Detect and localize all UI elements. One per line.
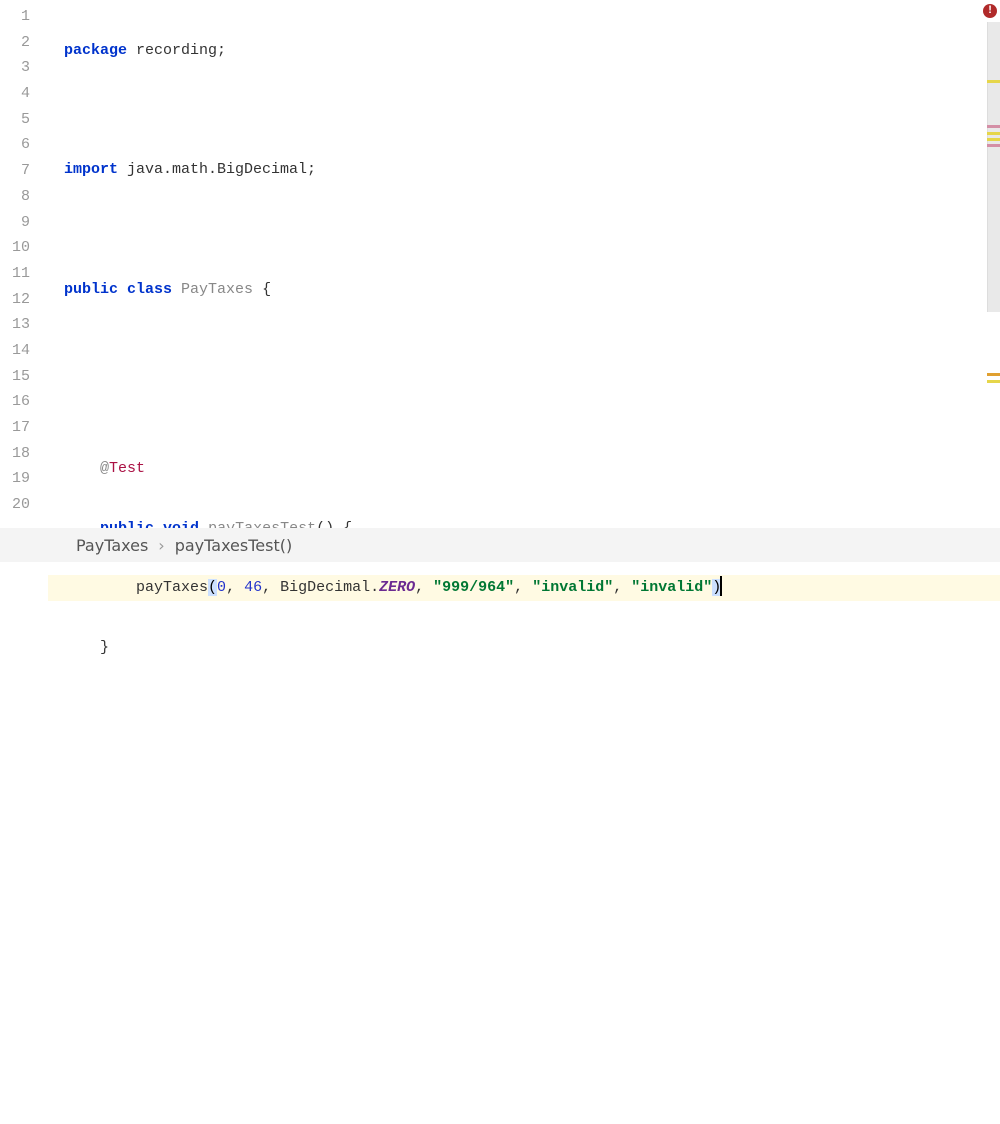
line-number: 2 <box>0 30 48 56</box>
warning-marker[interactable] <box>987 380 1000 383</box>
keyword: package <box>64 42 127 59</box>
line-number: 20 <box>0 492 48 518</box>
line-number: 15 <box>0 364 48 390</box>
class-name: PayTaxes <box>172 281 253 298</box>
line-number: 16 <box>0 389 48 415</box>
code-line-7[interactable] <box>48 396 1000 422</box>
breadcrumb-separator-icon: › <box>158 536 164 555</box>
line-number: 3 <box>0 55 48 81</box>
string-literal: "invalid" <box>631 579 712 596</box>
warning-marker[interactable] <box>987 132 1000 135</box>
warning-marker[interactable] <box>987 138 1000 141</box>
number-literal: 46 <box>244 579 262 596</box>
code-line-12[interactable] <box>48 695 1000 721</box>
code-line-8[interactable]: @Test <box>48 456 1000 482</box>
code-line-2[interactable] <box>48 98 1000 124</box>
code-line-5[interactable]: public class PayTaxes { <box>48 277 1000 303</box>
number-literal: 0 <box>217 579 226 596</box>
scrollbar-track[interactable] <box>987 22 1000 312</box>
code-line-19[interactable] <box>48 1112 1000 1124</box>
line-number-gutter: 1 2 3 4 5 6 7 8 9 10 11 12 13 14 15 16 1… <box>0 0 48 528</box>
keyword: import <box>64 161 118 178</box>
line-number: 5 <box>0 107 48 133</box>
code-line-10-current[interactable]: payTaxes(0, 46, BigDecimal.ZERO, "999/96… <box>48 575 1000 601</box>
line-number: 11 <box>0 261 48 287</box>
line-number: 14 <box>0 338 48 364</box>
line-number: 13 <box>0 312 48 338</box>
code-line-14[interactable] <box>48 814 1000 840</box>
text-cursor <box>720 576 722 596</box>
breadcrumb-item-class[interactable]: PayTaxes <box>76 536 148 555</box>
keyword: public <box>64 281 118 298</box>
constant: ZERO <box>379 579 415 596</box>
line-number: 7 <box>0 158 48 184</box>
code-line-11[interactable]: } <box>48 635 1000 661</box>
breadcrumb-item-method[interactable]: payTaxesTest() <box>175 536 293 555</box>
code-line-4[interactable] <box>48 217 1000 243</box>
line-number: 12 <box>0 287 48 313</box>
line-number: 8 <box>0 184 48 210</box>
string-literal: "999/964" <box>433 579 514 596</box>
line-number: 1 <box>0 4 48 30</box>
code-line-13[interactable] <box>48 754 1000 780</box>
line-number: 10 <box>0 235 48 261</box>
string-literal: "invalid" <box>532 579 613 596</box>
line-number: 19 <box>0 466 48 492</box>
line-number: 18 <box>0 441 48 467</box>
code-line-18[interactable] <box>48 1053 1000 1079</box>
error-marker[interactable] <box>987 125 1000 128</box>
keyword: class <box>127 281 172 298</box>
annotation: Test <box>109 460 145 477</box>
code-line-17[interactable] <box>48 993 1000 1019</box>
scroll-overlay: ! <box>987 0 1000 528</box>
code-line-3[interactable]: import java.math.BigDecimal; <box>48 157 1000 183</box>
breadcrumb: PayTaxes › payTaxesTest() <box>0 528 1000 562</box>
code-content[interactable]: package recording; import java.math.BigD… <box>48 0 1000 528</box>
matched-bracket-open: ( <box>208 579 217 596</box>
warning-marker[interactable] <box>987 373 1000 376</box>
code-editor[interactable]: 1 2 3 4 5 6 7 8 9 10 11 12 13 14 15 16 1… <box>0 0 1000 528</box>
warning-marker[interactable] <box>987 80 1000 83</box>
line-number: 4 <box>0 81 48 107</box>
code-line-1[interactable]: package recording; <box>48 38 1000 64</box>
line-number: 9 <box>0 210 48 236</box>
line-number: 17 <box>0 415 48 441</box>
code-line-6[interactable] <box>48 336 1000 362</box>
line-number: 6 <box>0 132 48 158</box>
code-line-16[interactable] <box>48 933 1000 959</box>
code-line-15[interactable] <box>48 874 1000 900</box>
error-indicator-icon[interactable]: ! <box>983 4 997 18</box>
error-marker[interactable] <box>987 144 1000 147</box>
